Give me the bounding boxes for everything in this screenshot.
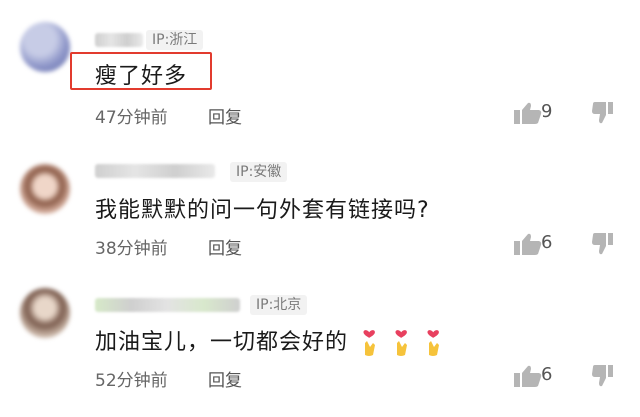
reply-button[interactable]: 回复: [208, 103, 242, 128]
comment-item: IP:安徽 我能默默的问一句外套有链接吗? 38分钟前 回复 6: [0, 139, 640, 278]
thumbs-down-icon[interactable]: [592, 232, 614, 256]
username-blurred[interactable]: [95, 33, 143, 47]
avatar[interactable]: [20, 164, 70, 214]
thumbs-down-icon[interactable]: [592, 364, 614, 388]
comment-text: 加油宝儿，一切都会好的: [95, 324, 444, 357]
reply-button[interactable]: 回复: [208, 366, 242, 391]
finger-heart-emoji-icon: [427, 330, 440, 356]
finger-heart-emoji-icon: [395, 330, 408, 356]
comment-item: IP:北京 加油宝儿，一切都会好的 52分钟前 回复 6: [0, 278, 640, 417]
thumbs-down-icon[interactable]: [592, 101, 614, 125]
ip-location-badge: IP:北京: [250, 295, 308, 315]
comment-text: 我能默默的问一句外套有链接吗?: [95, 198, 430, 223]
like-count: 9: [541, 101, 553, 122]
like-count: 6: [541, 364, 553, 385]
username-blurred[interactable]: [95, 298, 240, 312]
comment-item: IP:浙江 瘦了好多 47分钟前 回复 9: [0, 0, 640, 139]
finger-heart-emoji-icon: [363, 330, 376, 356]
comment-text: 瘦了好多: [95, 64, 188, 89]
like-count: 6: [541, 232, 553, 253]
ip-location-badge: IP:浙江: [146, 30, 204, 50]
reply-button[interactable]: 回复: [208, 234, 242, 259]
avatar[interactable]: [20, 288, 70, 338]
ip-location-badge: IP:安徽: [230, 162, 288, 182]
thumbs-up-icon[interactable]: [513, 232, 543, 256]
comment-time: 47分钟前: [95, 108, 168, 128]
thumbs-up-icon[interactable]: [513, 101, 543, 125]
avatar[interactable]: [20, 22, 70, 72]
comment-text-content: 加油宝儿，一切都会好的: [95, 330, 349, 355]
comment-time: 38分钟前: [95, 239, 168, 259]
comment-time: 52分钟前: [95, 371, 168, 391]
username-blurred[interactable]: [95, 164, 215, 178]
thumbs-up-icon[interactable]: [513, 364, 543, 388]
